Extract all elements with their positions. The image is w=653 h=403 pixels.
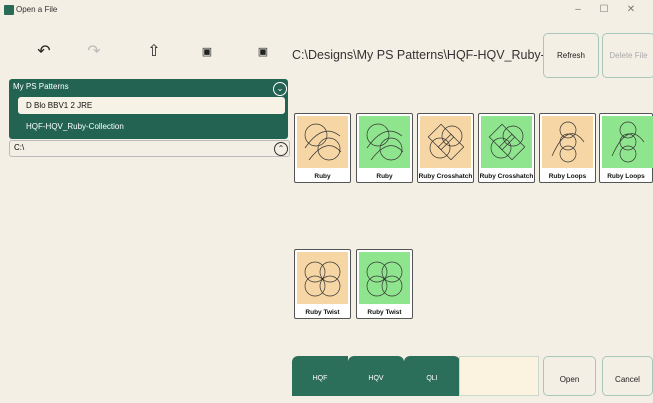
pattern-thumbnail <box>359 116 410 168</box>
pattern-label: Ruby Crosshatch <box>479 173 534 180</box>
cancel-button[interactable]: Cancel <box>602 356 653 396</box>
pattern-label: Ruby Loops <box>607 173 645 180</box>
up-folder-icon[interactable]: ⇧ <box>143 42 165 62</box>
pattern-thumbnail <box>542 116 593 168</box>
folder-item-label: HQF-HQV_Ruby-Collection <box>26 122 124 131</box>
pattern-label: Ruby Twist <box>305 309 340 316</box>
pattern-tile[interactable]: Ruby Twist <box>356 249 413 319</box>
redo-icon[interactable]: ↷ <box>83 42 105 62</box>
pattern-tile[interactable]: Ruby Twist <box>294 249 351 319</box>
pattern-thumbnail <box>359 252 410 304</box>
expand-drive-icon[interactable]: ⌃ <box>274 142 288 156</box>
collapse-icon[interactable]: ⌄ <box>273 82 287 96</box>
folder-item-d-blo[interactable]: D Blo BBV1 2 JRE <box>18 97 285 114</box>
folder-header[interactable]: My PS Patterns <box>13 82 69 91</box>
folder-item-label: D Blo BBV1 2 JRE <box>26 101 93 110</box>
title-bar: Open a File – ☐ ✕ <box>0 0 653 20</box>
folder-icon[interactable]: ▣ <box>196 42 218 62</box>
pattern-thumbnail <box>297 116 348 168</box>
folder-alt-icon[interactable]: ▣ <box>252 42 274 62</box>
app-icon <box>4 5 14 15</box>
filter-tab-hqf[interactable]: HQF <box>292 356 348 396</box>
pattern-tile[interactable]: Ruby <box>294 113 351 183</box>
window-title: Open a File <box>16 5 58 14</box>
pattern-thumbnail <box>481 116 532 168</box>
pattern-tile[interactable]: Ruby <box>356 113 413 183</box>
minimize-button[interactable]: – <box>567 3 589 17</box>
pattern-tile[interactable]: Ruby Loops <box>539 113 596 183</box>
pattern-label: Ruby Loops <box>548 173 587 180</box>
filename-box[interactable] <box>459 356 539 396</box>
pattern-label: Ruby <box>314 173 331 180</box>
filter-tab-qli[interactable]: QLI <box>404 356 460 396</box>
undo-icon[interactable]: ↶ <box>33 42 55 62</box>
pattern-tile[interactable]: Ruby Crosshatch <box>417 113 474 183</box>
drive-row[interactable]: C:\ ⌃ <box>9 140 290 157</box>
folder-item-ruby-collection[interactable]: HQF-HQV_Ruby-Collection <box>18 118 285 135</box>
pattern-label: Ruby Crosshatch <box>418 173 473 180</box>
pattern-tile[interactable]: Ruby Crosshatch <box>478 113 535 183</box>
pattern-thumbnail <box>420 116 471 168</box>
maximize-button[interactable]: ☐ <box>593 3 615 17</box>
filter-tab-hqv[interactable]: HQV <box>348 356 404 396</box>
close-button[interactable]: ✕ <box>620 3 642 17</box>
pattern-label: Ruby <box>376 173 393 180</box>
delete-file-button[interactable]: Delete File <box>602 33 653 78</box>
pattern-label: Ruby Twist <box>367 309 402 316</box>
pattern-thumbnail <box>297 252 348 304</box>
drive-label: C:\ <box>14 143 25 152</box>
refresh-button[interactable]: Refresh <box>543 33 599 78</box>
pattern-thumbnail <box>602 116 653 168</box>
open-button[interactable]: Open <box>543 356 596 396</box>
pattern-tile[interactable]: Ruby Loops <box>599 113 653 183</box>
